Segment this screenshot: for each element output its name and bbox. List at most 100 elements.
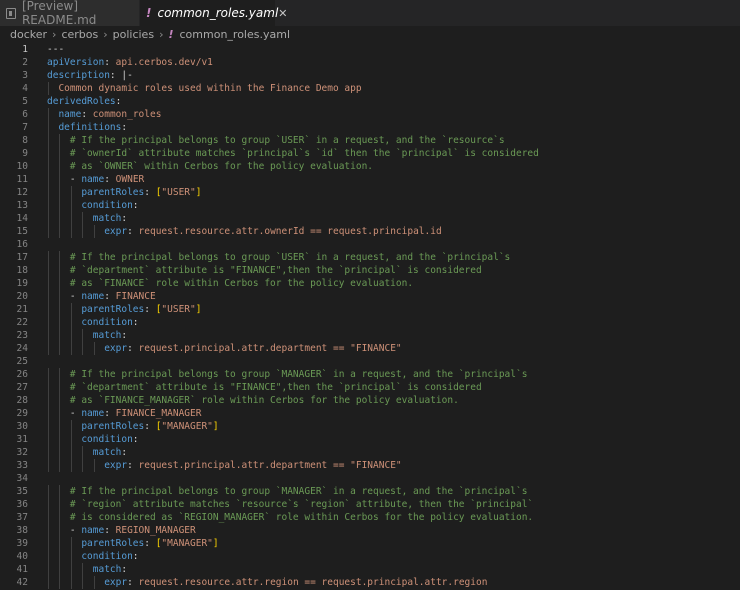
code-text: - name: FINANCE_MANAGER (70, 407, 202, 420)
breadcrumb-item-docker[interactable]: docker (10, 28, 47, 41)
code-line[interactable]: 7 definitions: (0, 121, 740, 134)
tab-common-roles-yaml[interactable]: ! common_roles.yaml ✕ (140, 0, 288, 26)
code-line[interactable]: 9 # `ownerId` attribute matches `principa… (0, 147, 740, 160)
indent-guide (59, 537, 61, 550)
code-line[interactable]: 41 match: (0, 563, 740, 576)
indent-guide (93, 576, 95, 589)
indent-guide (59, 485, 61, 498)
code-line[interactable]: 10 # as `OWNER` within Cerbos for the pol… (0, 160, 740, 173)
code-line[interactable]: 1 --- (0, 43, 740, 56)
code-token: : (104, 408, 116, 419)
code-text: # `ownerId` attribute matches `principal… (70, 147, 539, 160)
code-token: condition (81, 200, 133, 211)
code-line[interactable]: 35 # If the principal belongs to group `M… (0, 485, 740, 498)
line-number: 40 (16, 551, 28, 562)
indent-guide (48, 342, 49, 355)
code-token: name (58, 109, 82, 120)
code-line[interactable]: 28 # as `FINANCE_MANAGER` role within Cer… (0, 394, 740, 407)
code-line[interactable]: 20 - name: FINANCE (0, 290, 740, 303)
indent-guide (59, 186, 61, 199)
indent-guide (70, 186, 72, 199)
code-line[interactable]: 13 condition: (0, 199, 740, 212)
code-line[interactable]: 22 condition: (0, 316, 740, 329)
code-line[interactable]: 5 derivedRoles: (0, 95, 740, 108)
code-line[interactable]: 39 parentRoles: ["MANAGER"] (0, 537, 740, 550)
code-text: match: (93, 446, 127, 459)
code-token: OWNER (115, 174, 145, 185)
code-line[interactable]: 23 match: (0, 329, 740, 342)
indent-guide (48, 121, 49, 134)
code-token: : (121, 447, 128, 458)
code-token: derivedRoles (47, 96, 116, 107)
code-line[interactable]: 38 - name: REGION_MANAGER (0, 524, 740, 537)
code-line[interactable]: 17 # If the principal belongs to group `U… (0, 251, 740, 264)
code-token: ] (212, 538, 219, 549)
code-line[interactable]: 15 expr: request.resource.attr.ownerId ==… (0, 225, 740, 238)
code-line[interactable]: 3 description: |- (0, 69, 740, 82)
code-line[interactable]: 12 parentRoles: ["USER"] (0, 186, 740, 199)
code-line[interactable]: 4 Common dynamic roles used within the Fi… (0, 82, 740, 95)
code-line[interactable]: 42 expr: request.resource.attr.region == … (0, 576, 740, 589)
indent-guide (70, 537, 72, 550)
breadcrumb-item-policies[interactable]: policies (113, 28, 154, 41)
code-line[interactable]: 25 (0, 355, 740, 368)
code-line[interactable]: 30 parentRoles: ["MANAGER"] (0, 420, 740, 433)
indent-guide (59, 225, 61, 238)
code-line[interactable]: 24 expr: request.principal.attr.departmen… (0, 342, 740, 355)
indent-guide (48, 82, 49, 95)
code-text: match: (93, 329, 127, 342)
code-line[interactable]: 26 # If the principal belongs to group `M… (0, 368, 740, 381)
code-line[interactable]: 31 condition: (0, 433, 740, 446)
code-line[interactable]: 40 condition: (0, 550, 740, 563)
code-line[interactable]: 36 # `region` attribute matches `resource… (0, 498, 740, 511)
indent-guide (59, 459, 61, 472)
line-number: 36 (16, 499, 28, 510)
code-line[interactable]: 33 expr: request.principal.attr.departmen… (0, 459, 740, 472)
line-number: 7 (22, 122, 28, 133)
code-token: - (69, 174, 82, 185)
breadcrumb-item-cerbos[interactable]: cerbos (61, 28, 98, 41)
code-line[interactable]: 32 match: (0, 446, 740, 459)
code-text: parentRoles: ["USER"] (81, 186, 201, 199)
indent-guide (48, 134, 49, 147)
breadcrumb-item-file[interactable]: common_roles.yaml (180, 28, 291, 41)
code-token: name (81, 174, 105, 185)
code-token: |- (121, 70, 133, 81)
indent-guide (48, 537, 49, 550)
code-token: match (92, 213, 122, 224)
code-line[interactable]: 2 apiVersion: api.cerbos.dev/v1 (0, 56, 740, 69)
indent-guide (48, 303, 49, 316)
code-token: - (69, 291, 82, 302)
indent-guide (70, 342, 72, 355)
code-token: parentRoles (81, 304, 145, 315)
code-text: - name: OWNER (70, 173, 144, 186)
line-number: 25 (16, 356, 28, 367)
code-line[interactable]: 8 # If the principal belongs to group `US… (0, 134, 740, 147)
code-line[interactable]: 34 (0, 472, 740, 485)
line-number: 8 (22, 135, 28, 146)
code-token: : (132, 317, 139, 328)
code-token: api.cerbos.dev/v1 (115, 57, 213, 68)
code-line[interactable]: 16 (0, 238, 740, 251)
code-text: condition: (81, 433, 138, 446)
line-number: 39 (16, 538, 28, 549)
tab-readme-preview[interactable]: [Preview] README.md (0, 0, 140, 27)
code-token: # `region` attribute matches `resource`s… (69, 499, 534, 510)
line-number: 20 (16, 291, 28, 302)
code-line[interactable]: 14 match: (0, 212, 740, 225)
code-line[interactable]: 11 - name: OWNER (0, 173, 740, 186)
line-number: 29 (16, 408, 28, 419)
code-line[interactable]: 21 parentRoles: ["USER"] (0, 303, 740, 316)
code-token: REGION_MANAGER (115, 525, 196, 536)
code-line[interactable]: 29 - name: FINANCE_MANAGER (0, 407, 740, 420)
code-editor[interactable]: 1 --- 2 apiVersion: api.cerbos.dev/v1 3 descr… (0, 42, 740, 590)
code-token: : (144, 538, 156, 549)
tab-label: [Preview] README.md (21, 0, 97, 27)
line-number: 30 (16, 421, 28, 432)
close-icon[interactable]: ✕ (278, 7, 287, 20)
code-line[interactable]: 19 # as `FINANCE` role within Cerbos for … (0, 277, 740, 290)
code-line[interactable]: 6 name: common_roles (0, 108, 740, 121)
code-line[interactable]: 37 # is considered as `REGION_MANAGER` ro… (0, 511, 740, 524)
code-line[interactable]: 27 # `department` attribute is "FINANCE",… (0, 381, 740, 394)
code-line[interactable]: 18 # `department` attribute is "FINANCE",… (0, 264, 740, 277)
